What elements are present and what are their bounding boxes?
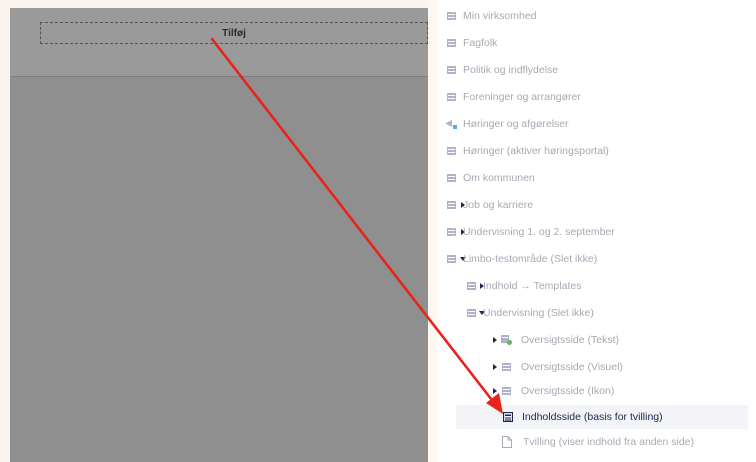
tree-item-label: Job og karriere — [463, 199, 534, 211]
tree-item-indholdsside[interactable]: Indholdsside (basis for tvilling) — [456, 405, 748, 429]
tree-item-label: Undervisning (Slet ikke) — [483, 307, 594, 319]
document-icon — [447, 12, 456, 20]
megaphone-icon — [446, 119, 457, 129]
document-icon — [502, 363, 511, 371]
tree-item-oversigtsside-visuel[interactable]: Oversigtsside (Visuel) — [438, 355, 748, 379]
chevron-right-icon[interactable] — [493, 337, 497, 343]
tree-item-om-kommunen[interactable]: Om kommunen — [438, 166, 748, 190]
document-icon — [447, 39, 456, 47]
tree-item-foreninger[interactable]: Foreninger og arrangører — [438, 85, 748, 109]
document-icon — [467, 282, 476, 290]
add-button-label: Tilføj — [222, 27, 246, 39]
document-icon — [502, 387, 511, 395]
tree-item-label: Indholdsside (basis for tvilling) — [522, 411, 663, 423]
document-icon — [447, 93, 456, 101]
tree-item-label: Oversigtsside (Ikon) — [521, 385, 615, 397]
document-icon — [447, 174, 456, 182]
document-icon — [447, 201, 456, 209]
document-icon — [447, 66, 456, 74]
tree-item-label: Tvilling (viser indhold fra anden side) — [523, 436, 694, 448]
tree-item-limbo[interactable]: Limbo-testområde (Slet ikke) — [438, 247, 748, 271]
tree-item-label: Min virksomhed — [463, 10, 537, 22]
tree-item-horinger[interactable]: Høringer og afgørelser — [438, 112, 748, 136]
tree-item-oversigtsside-tekst[interactable]: Oversigtsside (Tekst) — [438, 328, 748, 352]
document-plus-icon — [501, 335, 512, 345]
document-icon — [447, 228, 456, 236]
tree-item-horingsportal[interactable]: Høringer (aktiver høringsportal) — [438, 139, 748, 163]
document-icon — [447, 255, 456, 263]
content-tree: Min virksomhed Fagfolk Politik og indfly… — [438, 0, 756, 462]
tree-item-label: Oversigtsside (Tekst) — [521, 334, 620, 346]
tree-item-label: Fagfolk — [463, 37, 498, 49]
content-page-icon — [503, 412, 513, 422]
tree-item-label: Foreninger og arrangører — [463, 91, 581, 103]
tree-item-tvilling[interactable]: Tvilling (viser indhold fra anden side) — [438, 430, 748, 454]
page-copy-icon — [502, 436, 513, 448]
tree-item-label: Undervisning 1. og 2. september — [463, 226, 615, 238]
tree-item-indhold-templates[interactable]: Indhold → Templates — [438, 274, 748, 298]
tree-item-politik[interactable]: Politik og indflydelse — [438, 58, 748, 82]
left-panel: Tilføj — [0, 0, 428, 462]
page-canvas: Tilføj — [10, 8, 428, 462]
tree-item-label: Politik og indflydelse — [463, 64, 559, 76]
tree-item-label: Om kommunen — [463, 172, 535, 184]
tree-item-label: Indhold → Templates — [483, 280, 582, 292]
tree-item-label: Høringer og afgørelser — [463, 118, 569, 130]
document-icon — [467, 309, 476, 317]
tree-item-label: Oversigtsside (Visuel) — [521, 361, 623, 373]
tree-item-undervisning-sept[interactable]: Undervisning 1. og 2. september — [438, 220, 748, 244]
canvas-header-area: Tilføj — [10, 8, 428, 77]
tree-item-label: Høringer (aktiver høringsportal) — [463, 145, 609, 157]
document-icon — [447, 147, 456, 155]
chevron-right-icon[interactable] — [493, 388, 497, 394]
chevron-right-icon[interactable] — [493, 364, 497, 370]
tree-item-oversigtsside-ikon[interactable]: Oversigtsside (Ikon) — [438, 379, 748, 403]
tree-item-label: Limbo-testområde (Slet ikke) — [463, 253, 598, 265]
tree-item-min-virksomhed[interactable]: Min virksomhed — [438, 4, 748, 28]
tree-item-job-og-karriere[interactable]: Job og karriere — [438, 193, 748, 217]
add-button[interactable]: Tilføj — [40, 22, 428, 44]
tree-item-fagfolk[interactable]: Fagfolk — [438, 31, 748, 55]
tree-item-undervisning-slet-ikke[interactable]: Undervisning (Slet ikke) — [438, 301, 748, 325]
